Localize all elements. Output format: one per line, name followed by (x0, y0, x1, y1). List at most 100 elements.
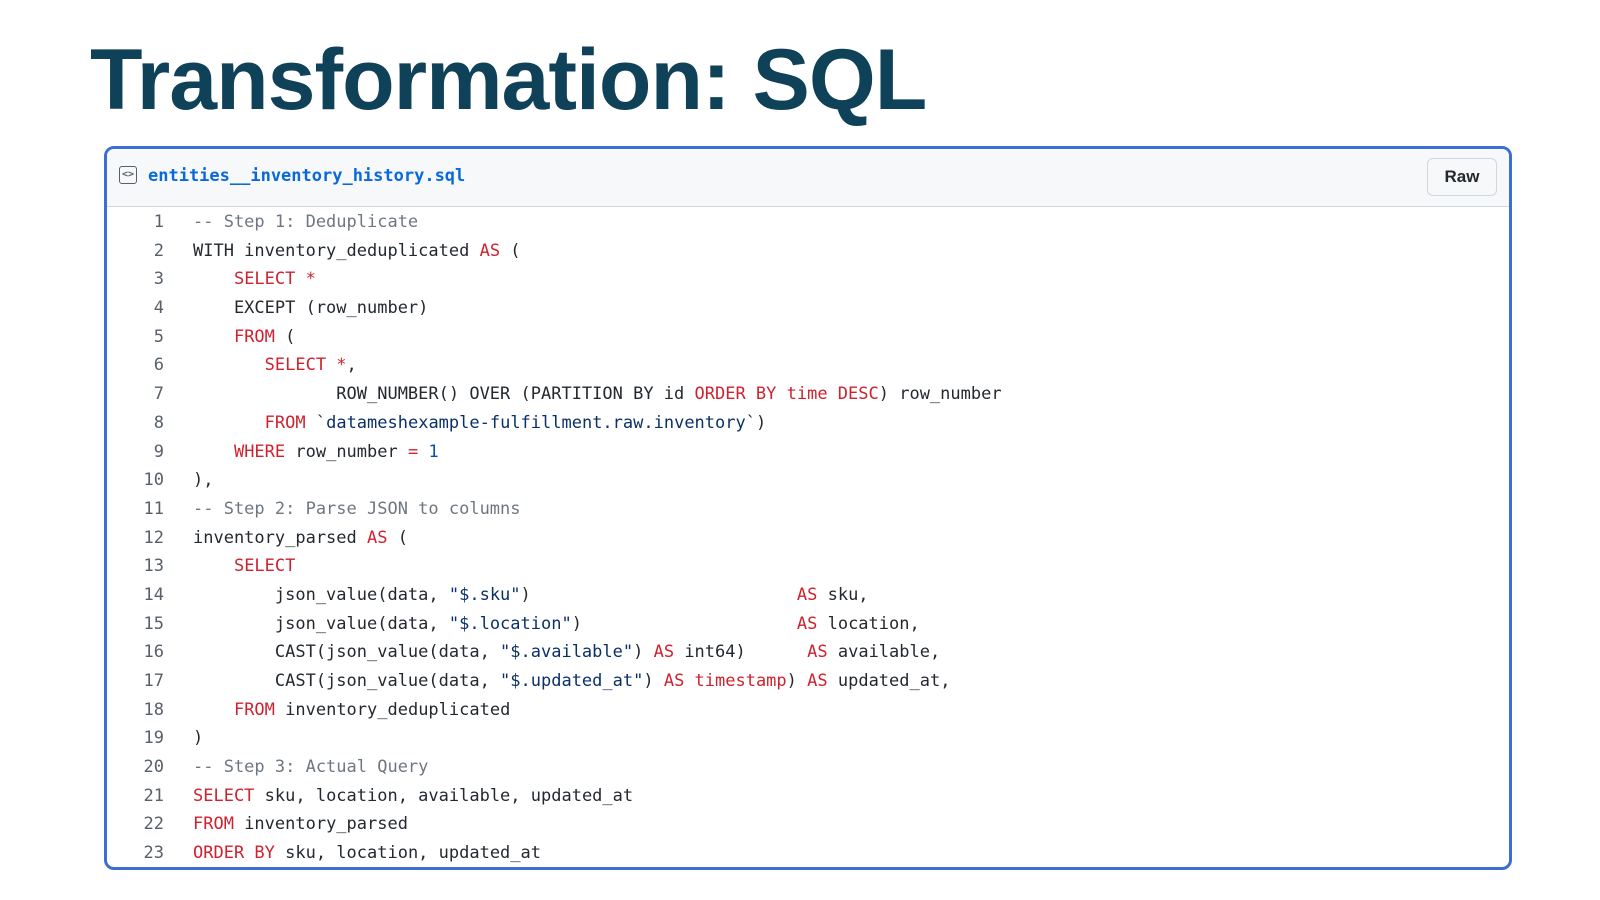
code-line: 5 FROM ( (107, 323, 1509, 352)
code-token: ) (643, 671, 664, 691)
code-token: FROM (233, 326, 275, 347)
line-code: FROM inventory_deduplicated (193, 696, 510, 725)
code-line: 13 SELECT (107, 552, 1509, 581)
line-number[interactable]: 2 (107, 237, 164, 266)
code-token: AS (807, 671, 828, 691)
code-line: 10), (107, 466, 1509, 495)
code-token: AS (796, 584, 818, 605)
code-token: EXCEPT (row_number) (193, 298, 429, 319)
code-token: AS timestamp (663, 671, 787, 691)
slide-title: Transformation: SQL (90, 32, 927, 128)
code-token: AS (807, 642, 828, 663)
code-token: updated_at, (827, 671, 951, 691)
code-line: 17 CAST(json_value(data, "$.updated_at")… (107, 667, 1509, 696)
line-code: json_value(data, "$.location") AS locati… (193, 610, 920, 639)
line-number[interactable]: 16 (107, 638, 164, 667)
code-line: 2 WITH inventory_deduplicated AS ( (107, 237, 1509, 266)
code-token: CAST(json_value(data, (193, 642, 501, 663)
code-token: json_value(data, (193, 613, 449, 634)
code-token: = (407, 441, 419, 462)
code-line: 7 ROW_NUMBER() OVER (PARTITION BY id ORD… (107, 380, 1509, 409)
code-token: ORDER BY (193, 843, 275, 864)
line-code: -- Step 1: Deduplicate (193, 208, 418, 237)
code-line: 8 FROM `datameshexample-fulfillment.raw.… (107, 409, 1509, 438)
line-code: CAST(json_value(data, "$.updated_at") AS… (193, 667, 951, 696)
line-code: EXCEPT (row_number) (193, 294, 428, 323)
code-token: location, (817, 613, 920, 634)
code-token: FROM (264, 412, 306, 433)
line-number[interactable]: 6 (107, 351, 164, 380)
code-token: datameshexample-fulfillment.raw.inventor… (326, 412, 746, 433)
code-token: ) (786, 671, 808, 691)
file-header: <> entities__inventory_history.sql Raw (107, 149, 1509, 207)
line-number[interactable]: 10 (107, 466, 164, 495)
code-line: 4 EXCEPT (row_number) (107, 294, 1509, 323)
code-token: "$.updated_at" (500, 671, 644, 691)
code-token: inventory_parsed (193, 527, 367, 548)
line-code: SELECT (193, 552, 295, 581)
line-code: CAST(json_value(data, "$.available") AS … (193, 638, 940, 667)
line-number[interactable]: 14 (107, 581, 164, 610)
code-token: row_number (285, 441, 408, 462)
line-number[interactable]: 1 (107, 208, 164, 237)
code-token: "$.sku" (448, 584, 521, 605)
code-token: `) (745, 412, 767, 433)
line-number[interactable]: 21 (107, 782, 164, 811)
code-token: -- Step 1: Deduplicate (193, 212, 419, 232)
line-number[interactable]: 18 (107, 696, 164, 725)
code-token: ) row_number (878, 384, 1002, 405)
code-token: SELECT (193, 785, 255, 806)
code-token: WITH inventory_deduplicated (193, 240, 480, 261)
line-number[interactable]: 20 (107, 753, 164, 782)
line-number[interactable]: 22 (107, 810, 164, 839)
code-token: ( (387, 527, 408, 548)
code-token: 1 (428, 441, 439, 462)
line-code: FROM `datameshexample-fulfillment.raw.in… (193, 409, 767, 438)
line-number[interactable]: 17 (107, 667, 164, 696)
code-line: 18 FROM inventory_deduplicated (107, 696, 1509, 725)
code-token: -- Step 3: Actual Query (193, 757, 429, 778)
code-token: , (346, 355, 357, 376)
code-token: FROM (193, 814, 234, 835)
code-file-panel: <> entities__inventory_history.sql Raw 1… (104, 146, 1512, 870)
line-number[interactable]: 15 (107, 610, 164, 639)
line-number[interactable]: 19 (107, 724, 164, 753)
code-line: 6 SELECT *, (107, 351, 1509, 380)
line-number[interactable]: 9 (107, 438, 164, 467)
code-line: 22 FROM inventory_parsed (107, 810, 1509, 839)
code-line: 20 -- Step 3: Actual Query (107, 753, 1509, 782)
line-code: ), (193, 466, 213, 495)
line-number[interactable]: 7 (107, 380, 164, 409)
line-number[interactable]: 13 (107, 552, 164, 581)
line-number[interactable]: 5 (107, 323, 164, 352)
line-code: WITH inventory_deduplicated AS ( (193, 237, 521, 266)
code-token: WHERE (233, 441, 286, 462)
code-token: FROM (233, 699, 275, 720)
code-token: ` (305, 412, 327, 433)
code-token: ORDER BY time DESC (694, 384, 879, 405)
line-code: FROM inventory_parsed (193, 810, 408, 839)
line-code: -- Step 3: Actual Query (193, 753, 428, 782)
line-number[interactable]: 12 (107, 524, 164, 553)
code-line: 9 WHERE row_number = 1 (107, 438, 1509, 467)
code-line: 1 -- Step 1: Deduplicate (107, 208, 1509, 237)
code-token: ( (500, 240, 521, 261)
line-code: ROW_NUMBER() OVER (PARTITION BY id ORDER… (193, 380, 1002, 409)
line-number[interactable]: 11 (107, 495, 164, 524)
file-name-link[interactable]: entities__inventory_history.sql (148, 165, 465, 187)
line-number[interactable]: 3 (107, 265, 164, 294)
line-code: SELECT * (193, 265, 316, 294)
code-line: 21 SELECT sku, location, available, updat… (107, 782, 1509, 811)
line-number[interactable]: 4 (107, 294, 164, 323)
line-code: ORDER BY sku, location, updated_at (193, 839, 541, 867)
raw-button[interactable]: Raw (1427, 158, 1497, 196)
code-line: 11 -- Step 2: Parse JSON to columns (107, 495, 1509, 524)
line-number[interactable]: 23 (107, 839, 164, 867)
line-number[interactable]: 8 (107, 409, 164, 438)
code-token: SELECT (233, 556, 296, 577)
code-line: 16 CAST(json_value(data, "$.available") … (107, 638, 1509, 667)
code-line: 12 inventory_parsed AS ( (107, 524, 1509, 553)
